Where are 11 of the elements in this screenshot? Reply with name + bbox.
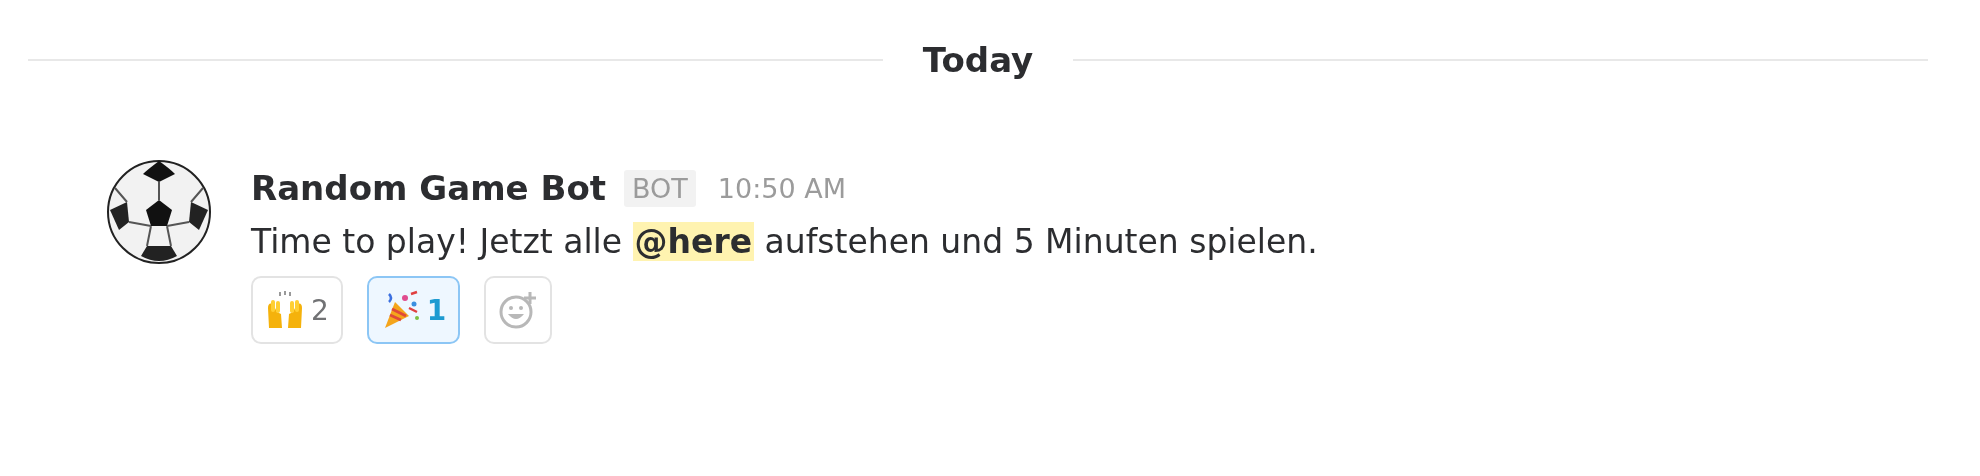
reaction-button[interactable]: 2 xyxy=(251,276,343,344)
add-reaction-icon xyxy=(498,290,539,330)
bot-badge: BOT xyxy=(624,169,696,207)
raised-hands-icon xyxy=(265,290,305,330)
mention-link[interactable]: @here xyxy=(632,222,755,261)
timestamp[interactable]: 10:50 AM xyxy=(717,172,846,204)
author-name[interactable]: Random Game Bot xyxy=(251,168,606,208)
date-label: Today xyxy=(921,40,1035,80)
message-text: Time to play! Jetzt alle @here aufstehen und 5 Minuten spielen. xyxy=(251,221,1318,263)
reaction-button[interactable]: 1 xyxy=(366,276,461,344)
add-reaction-button[interactable] xyxy=(484,276,553,344)
